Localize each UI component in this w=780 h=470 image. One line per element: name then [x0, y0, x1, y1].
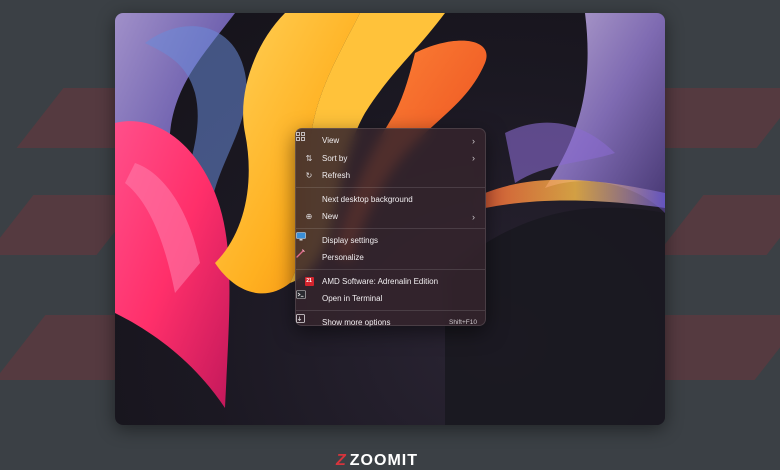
menu-separator [296, 228, 485, 229]
zoomit-logo: Z ZOOMIT [336, 452, 418, 470]
menu-item-label: Show more options [322, 317, 391, 327]
menu-item-label: New [322, 212, 339, 222]
brush-icon [296, 249, 314, 263]
menu-separator [296, 310, 485, 311]
menu-separator [296, 269, 485, 270]
chevron-right-icon: › [472, 153, 475, 164]
terminal-icon [296, 290, 314, 304]
menu-item-display-settings[interactable]: Display settings [296, 231, 485, 250]
grid-icon [296, 132, 314, 146]
menu-item-label: Personalize [322, 253, 364, 263]
more-options-icon [296, 313, 314, 327]
menu-item-new[interactable]: ⊕ New › [296, 208, 485, 226]
menu-item-show-more-options[interactable]: Show more options Shift+F10 [296, 313, 485, 332]
menu-item-sort-by[interactable]: ⇅ Sort by › [296, 150, 485, 168]
amd-icon: 21 [304, 276, 314, 286]
refresh-icon: ↻ [305, 171, 313, 181]
menu-item-next-desktop-background[interactable]: Next desktop background [296, 191, 485, 209]
menu-item-open-in-terminal[interactable]: Open in Terminal [296, 290, 485, 308]
menu-item-refresh[interactable]: ↻ Refresh [296, 167, 485, 185]
zoomit-wordmark: ZOOMIT [349, 452, 418, 469]
menu-item-label: Display settings [322, 235, 379, 245]
zoomit-mark-icon: Z [336, 452, 346, 469]
menu-item-personalize[interactable]: Personalize [296, 249, 485, 267]
chevron-right-icon: › [472, 135, 475, 146]
context-menu: View › ⇅ Sort by › ↻ Refresh Next deskto… [295, 128, 486, 327]
menu-item-label: Open in Terminal [322, 294, 383, 304]
sort-icon: ⇅ [305, 153, 313, 163]
menu-item-label: Next desktop background [322, 194, 413, 204]
display-icon [296, 231, 314, 245]
menu-item-amd-software[interactable]: 21 AMD Software: Adrenalin Edition [296, 273, 485, 291]
menu-item-label: Refresh [322, 171, 351, 181]
shortcut-label: Shift+F10 [448, 318, 477, 326]
menu-item-label: AMD Software: Adrenalin Edition [322, 276, 439, 286]
menu-item-view[interactable]: View › [296, 132, 485, 150]
new-plus-icon: ⊕ [305, 212, 313, 222]
chevron-right-icon: › [472, 211, 475, 222]
desktop-screen[interactable]: View › ⇅ Sort by › ↻ Refresh Next deskto… [115, 13, 665, 425]
menu-item-label: View [322, 136, 340, 146]
menu-item-label: Sort by [322, 153, 348, 163]
menu-separator [296, 187, 485, 188]
